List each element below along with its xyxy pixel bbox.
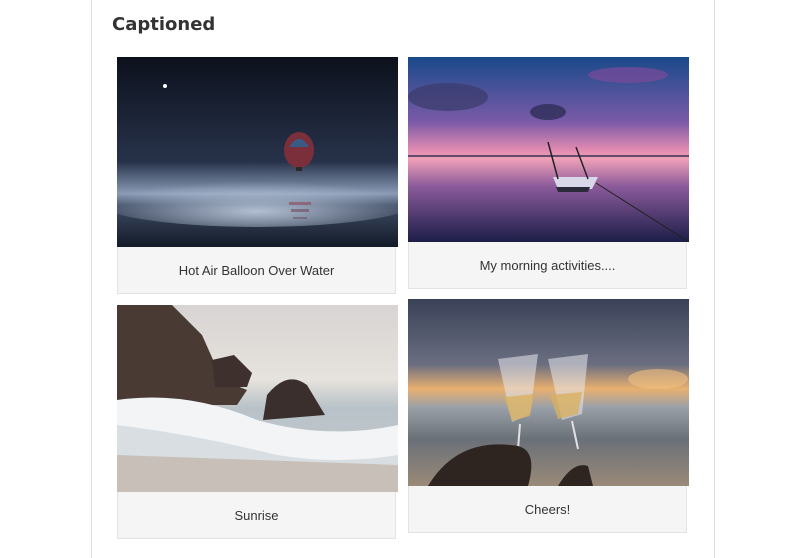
- gallery-item-boat[interactable]: My morning activities....: [408, 57, 689, 289]
- gallery-item-balloon[interactable]: Hot Air Balloon Over Water: [117, 57, 398, 294]
- gallery-caption: Hot Air Balloon Over Water: [117, 247, 396, 294]
- gallery-image-cheers[interactable]: [408, 299, 689, 486]
- gallery-image-balloon[interactable]: [117, 57, 398, 247]
- section-title: Captioned: [112, 14, 216, 35]
- gallery-caption: Sunrise: [117, 492, 396, 539]
- gallery-caption: Cheers!: [408, 486, 687, 533]
- gallery-image-beach[interactable]: [117, 305, 398, 492]
- gallery-image-boat[interactable]: [408, 57, 689, 242]
- gallery-caption: My morning activities....: [408, 242, 687, 289]
- gallery-item-cheers[interactable]: Cheers!: [408, 299, 689, 533]
- gallery-item-beach[interactable]: Sunrise: [117, 305, 398, 539]
